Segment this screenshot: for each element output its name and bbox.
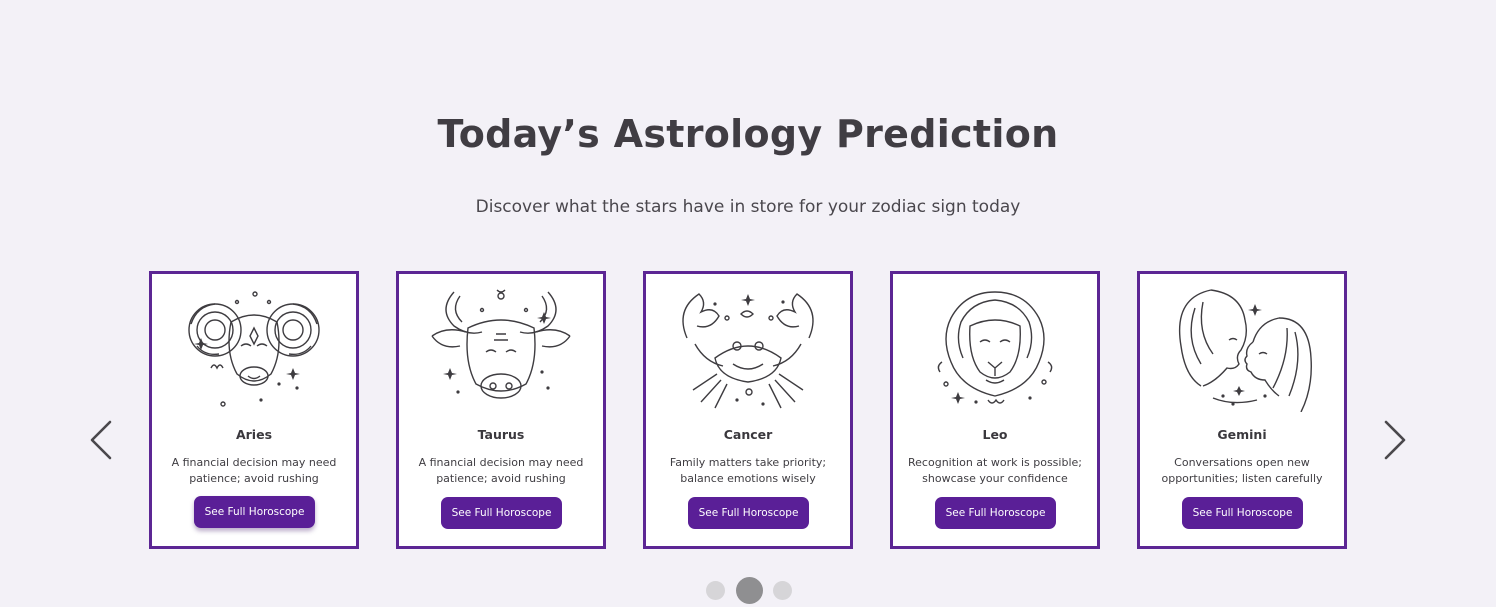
zodiac-name: Taurus [477, 427, 525, 442]
see-full-horoscope-button[interactable]: See Full Horoscope [688, 497, 809, 529]
zodiac-name: Aries [235, 427, 273, 442]
carousel-next-button[interactable] [1380, 419, 1408, 461]
zodiac-description: A financial decision may need patience; … [418, 456, 584, 485]
zodiac-card-leo: Leo Recognition at work is possible; sho… [890, 271, 1100, 549]
zodiac-name: Cancer [723, 427, 773, 442]
carousel-prev-button[interactable] [88, 419, 116, 461]
zodiac-card-taurus: Taurus A financial decision may need pat… [396, 271, 606, 549]
leo-lion-illustration [937, 291, 1053, 404]
zodiac-name: Gemini [1217, 427, 1267, 442]
see-full-horoscope-button[interactable]: See Full Horoscope [1182, 497, 1303, 529]
see-full-horoscope-button[interactable]: See Full Horoscope [935, 497, 1056, 529]
chevron-left-icon [90, 420, 112, 460]
page-title: Today’s Astrology Prediction [437, 112, 1059, 156]
see-full-horoscope-button[interactable]: See Full Horoscope [441, 497, 562, 529]
zodiac-card-gemini: Gemini Conversations open new opportunit… [1137, 271, 1347, 549]
pagination-dot[interactable] [706, 581, 725, 600]
aries-ram-illustration [188, 291, 320, 407]
gemini-twins-illustration [1179, 289, 1312, 412]
zodiac-description: A financial decision may need patience; … [171, 456, 337, 485]
pagination-dot[interactable] [773, 581, 792, 600]
pagination-dot-active[interactable] [736, 577, 763, 604]
cancer-crab-illustration [682, 293, 814, 409]
page-subtitle: Discover what the stars have in store fo… [475, 197, 1021, 217]
carousel-pagination [0, 577, 1496, 605]
taurus-bull-illustration [431, 289, 571, 399]
zodiac-description: Conversations open new opportunities; li… [1161, 456, 1323, 485]
zodiac-description: Family matters take priority; balance em… [669, 456, 827, 485]
zodiac-card-cancer: Cancer Family matters take priority; bal… [643, 271, 853, 549]
zodiac-description: Recognition at work is possible; showcas… [908, 456, 1082, 485]
chevron-right-icon [1384, 420, 1406, 460]
zodiac-name: Leo [982, 427, 1008, 442]
see-full-horoscope-button[interactable]: See Full Horoscope [194, 496, 315, 528]
zodiac-card-aries: Aries A financial decision may need pati… [149, 271, 359, 549]
